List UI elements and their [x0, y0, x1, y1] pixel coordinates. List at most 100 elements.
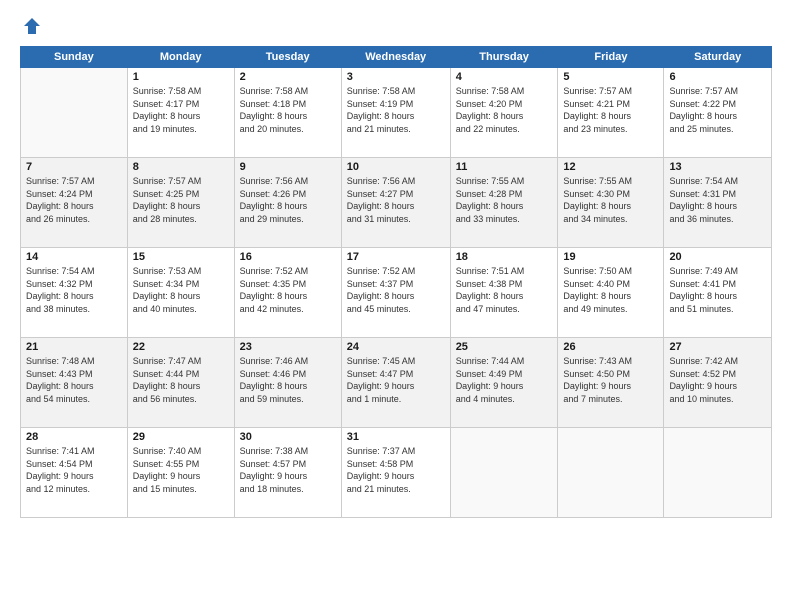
day-number: 27 — [669, 341, 766, 353]
day-number: 3 — [347, 71, 445, 83]
day-number: 4 — [456, 71, 553, 83]
calendar-cell: 5Sunrise: 7:57 AM Sunset: 4:21 PM Daylig… — [558, 68, 664, 158]
day-info: Sunrise: 7:58 AM Sunset: 4:20 PM Dayligh… — [456, 85, 553, 135]
day-number: 30 — [240, 431, 336, 443]
day-number: 5 — [563, 71, 658, 83]
calendar-cell: 6 Sunrise: 7:57 AM Sunset: 4:22 PM Daylig… — [664, 68, 772, 158]
calendar-cell: 2Sunrise: 7:58 AM Sunset: 4:18 PM Daylig… — [234, 68, 341, 158]
calendar-cell: 1 Sunrise: 7:58 AM Sunset: 4:17 PM Daylig… — [127, 68, 234, 158]
calendar-cell: 7 Sunrise: 7:57 AM Sunset: 4:24 PM Daylig… — [21, 158, 128, 248]
calendar-cell: 26 Sunrise: 7:43 AM Sunset: 4:50 PM Dayli… — [558, 338, 664, 428]
day-number: 17 — [347, 251, 445, 263]
day-number: 31 — [347, 431, 445, 443]
day-info: Sunrise: 7:57 AM Sunset: 4:25 PM Dayligh… — [133, 175, 229, 225]
day-info: Sunrise: 7:45 AM Sunset: 4:47 PM Dayligh… — [347, 355, 445, 405]
weekday-header: Wednesday — [341, 47, 450, 68]
day-info: Sunrise: 7:46 AM Sunset: 4:46 PM Dayligh… — [240, 355, 336, 405]
day-info: Sunrise: 7:52 AM Sunset: 4:37 PM Dayligh… — [347, 265, 445, 315]
day-info: Sunrise: 7:43 AM Sunset: 4:50 PM Dayligh… — [563, 355, 658, 405]
day-info: Sunrise: 7:56 AM Sunset: 4:26 PM Dayligh… — [240, 175, 336, 225]
day-info: Sunrise: 7:54 AM Sunset: 4:31 PM Dayligh… — [669, 175, 766, 225]
day-info: Sunrise: 7:38 AM Sunset: 4:57 PM Dayligh… — [240, 445, 336, 495]
calendar-week-row: 14Sunrise: 7:54 AM Sunset: 4:32 PM Dayli… — [21, 248, 772, 338]
day-number: 10 — [347, 161, 445, 173]
day-info: Sunrise: 7:49 AM Sunset: 4:41 PM Dayligh… — [669, 265, 766, 315]
day-number: 8 — [133, 161, 229, 173]
calendar-cell: 3 Sunrise: 7:58 AM Sunset: 4:19 PM Daylig… — [341, 68, 450, 158]
day-info: Sunrise: 7:41 AM Sunset: 4:54 PM Dayligh… — [26, 445, 122, 495]
calendar-cell: 12 Sunrise: 7:55 AM Sunset: 4:30 PM Dayli… — [558, 158, 664, 248]
logo — [20, 16, 42, 36]
day-number: 28 — [26, 431, 122, 443]
calendar-cell: 29 Sunrise: 7:40 AM Sunset: 4:55 PM Dayli… — [127, 428, 234, 518]
day-number: 26 — [563, 341, 658, 353]
day-info: Sunrise: 7:48 AM Sunset: 4:43 PM Dayligh… — [26, 355, 122, 405]
calendar-cell: 19Sunrise: 7:50 AM Sunset: 4:40 PM Dayli… — [558, 248, 664, 338]
day-info: Sunrise: 7:55 AM Sunset: 4:28 PM Dayligh… — [456, 175, 553, 225]
day-info: Sunrise: 7:56 AM Sunset: 4:27 PM Dayligh… — [347, 175, 445, 225]
calendar-cell — [21, 68, 128, 158]
day-number: 7 — [26, 161, 122, 173]
calendar-table: SundayMondayTuesdayWednesdayThursdayFrid… — [20, 46, 772, 518]
calendar-cell: 31 Sunrise: 7:37 AM Sunset: 4:58 PM Dayli… — [341, 428, 450, 518]
day-number: 24 — [347, 341, 445, 353]
day-number: 25 — [456, 341, 553, 353]
calendar-cell: 16 Sunrise: 7:52 AM Sunset: 4:35 PM Dayli… — [234, 248, 341, 338]
calendar-cell: 25 Sunrise: 7:44 AM Sunset: 4:49 PM Dayli… — [450, 338, 558, 428]
day-number: 12 — [563, 161, 658, 173]
day-info: Sunrise: 7:57 AM Sunset: 4:24 PM Dayligh… — [26, 175, 122, 225]
weekday-header: Thursday — [450, 47, 558, 68]
calendar-cell: 18 Sunrise: 7:51 AM Sunset: 4:38 PM Dayli… — [450, 248, 558, 338]
calendar-cell: 11 Sunrise: 7:55 AM Sunset: 4:28 PM Dayli… — [450, 158, 558, 248]
calendar-cell — [664, 428, 772, 518]
day-number: 18 — [456, 251, 553, 263]
day-info: Sunrise: 7:52 AM Sunset: 4:35 PM Dayligh… — [240, 265, 336, 315]
weekday-header: Tuesday — [234, 47, 341, 68]
calendar-cell: 9 Sunrise: 7:56 AM Sunset: 4:26 PM Daylig… — [234, 158, 341, 248]
day-number: 16 — [240, 251, 336, 263]
day-info: Sunrise: 7:47 AM Sunset: 4:44 PM Dayligh… — [133, 355, 229, 405]
calendar-cell: 22Sunrise: 7:47 AM Sunset: 4:44 PM Dayli… — [127, 338, 234, 428]
calendar-cell: 10 Sunrise: 7:56 AM Sunset: 4:27 PM Dayli… — [341, 158, 450, 248]
day-number: 6 — [669, 71, 766, 83]
day-info: Sunrise: 7:51 AM Sunset: 4:38 PM Dayligh… — [456, 265, 553, 315]
calendar-cell: 8 Sunrise: 7:57 AM Sunset: 4:25 PM Daylig… — [127, 158, 234, 248]
day-info: Sunrise: 7:44 AM Sunset: 4:49 PM Dayligh… — [456, 355, 553, 405]
day-info: Sunrise: 7:42 AM Sunset: 4:52 PM Dayligh… — [669, 355, 766, 405]
calendar-week-row: 7 Sunrise: 7:57 AM Sunset: 4:24 PM Daylig… — [21, 158, 772, 248]
calendar-cell: 17 Sunrise: 7:52 AM Sunset: 4:37 PM Dayli… — [341, 248, 450, 338]
day-info: Sunrise: 7:58 AM Sunset: 4:19 PM Dayligh… — [347, 85, 445, 135]
calendar-cell: 30 Sunrise: 7:38 AM Sunset: 4:57 PM Dayli… — [234, 428, 341, 518]
day-number: 9 — [240, 161, 336, 173]
day-info: Sunrise: 7:55 AM Sunset: 4:30 PM Dayligh… — [563, 175, 658, 225]
calendar-cell: 15Sunrise: 7:53 AM Sunset: 4:34 PM Dayli… — [127, 248, 234, 338]
day-info: Sunrise: 7:40 AM Sunset: 4:55 PM Dayligh… — [133, 445, 229, 495]
calendar-week-row: 1 Sunrise: 7:58 AM Sunset: 4:17 PM Daylig… — [21, 68, 772, 158]
calendar-cell: 27 Sunrise: 7:42 AM Sunset: 4:52 PM Dayli… — [664, 338, 772, 428]
calendar-week-row: 21 Sunrise: 7:48 AM Sunset: 4:43 PM Dayli… — [21, 338, 772, 428]
day-info: Sunrise: 7:50 AM Sunset: 4:40 PM Dayligh… — [563, 265, 658, 315]
weekday-header: Sunday — [21, 47, 128, 68]
weekday-header: Monday — [127, 47, 234, 68]
weekday-header: Friday — [558, 47, 664, 68]
day-number: 13 — [669, 161, 766, 173]
day-info: Sunrise: 7:58 AM Sunset: 4:18 PM Dayligh… — [240, 85, 336, 135]
day-info: Sunrise: 7:58 AM Sunset: 4:17 PM Dayligh… — [133, 85, 229, 135]
day-number: 21 — [26, 341, 122, 353]
calendar-header-row: SundayMondayTuesdayWednesdayThursdayFrid… — [21, 47, 772, 68]
calendar-cell: 21 Sunrise: 7:48 AM Sunset: 4:43 PM Dayli… — [21, 338, 128, 428]
day-info: Sunrise: 7:54 AM Sunset: 4:32 PM Dayligh… — [26, 265, 122, 315]
calendar-cell: 28 Sunrise: 7:41 AM Sunset: 4:54 PM Dayli… — [21, 428, 128, 518]
day-number: 29 — [133, 431, 229, 443]
day-info: Sunrise: 7:53 AM Sunset: 4:34 PM Dayligh… — [133, 265, 229, 315]
calendar-cell: 23Sunrise: 7:46 AM Sunset: 4:46 PM Dayli… — [234, 338, 341, 428]
calendar-week-row: 28 Sunrise: 7:41 AM Sunset: 4:54 PM Dayli… — [21, 428, 772, 518]
calendar-cell — [450, 428, 558, 518]
day-info: Sunrise: 7:57 AM Sunset: 4:22 PM Dayligh… — [669, 85, 766, 135]
calendar-cell: 14Sunrise: 7:54 AM Sunset: 4:32 PM Dayli… — [21, 248, 128, 338]
calendar-cell: 13 Sunrise: 7:54 AM Sunset: 4:31 PM Dayli… — [664, 158, 772, 248]
day-number: 11 — [456, 161, 553, 173]
day-number: 1 — [133, 71, 229, 83]
header — [20, 16, 772, 36]
day-info: Sunrise: 7:37 AM Sunset: 4:58 PM Dayligh… — [347, 445, 445, 495]
